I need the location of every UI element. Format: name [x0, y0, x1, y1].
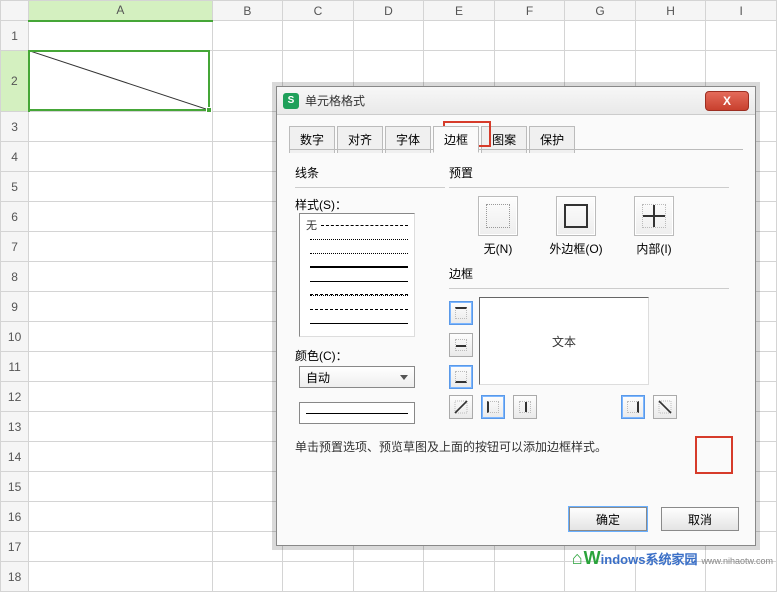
line-style-item[interactable] — [306, 232, 408, 246]
close-button[interactable]: X — [705, 91, 749, 111]
row-header-3[interactable]: 3 — [1, 112, 29, 142]
app-icon: S — [283, 93, 299, 109]
border-top-button[interactable] — [449, 301, 473, 325]
line-style-item[interactable] — [306, 274, 408, 288]
diag-down-icon — [657, 399, 673, 415]
row-header-1[interactable]: 1 — [1, 21, 29, 51]
line-style-item[interactable] — [306, 302, 408, 316]
line-group-label: 线条 — [295, 164, 445, 185]
preview-text: 文本 — [552, 333, 576, 350]
diag-up-icon — [453, 399, 469, 415]
row-header-11[interactable]: 11 — [1, 352, 29, 382]
preset-none-label: 无(N) — [469, 240, 527, 257]
column-header-f[interactable]: F — [494, 1, 565, 21]
line-style-item[interactable] — [306, 316, 408, 330]
border-bottom-button[interactable] — [449, 365, 473, 389]
row-header-8[interactable]: 8 — [1, 262, 29, 292]
row-header-9[interactable]: 9 — [1, 292, 29, 322]
border-diag-tlbr-button[interactable] — [653, 395, 677, 419]
column-header-a[interactable]: A — [29, 1, 212, 21]
preset-inner-label: 内部(I) — [625, 240, 683, 257]
border-middle-h-button[interactable] — [449, 333, 473, 357]
border-middle-v-button[interactable] — [513, 395, 537, 419]
preset-outer-label: 外边框(O) — [547, 240, 605, 257]
line-style-none[interactable]: 无 — [306, 218, 408, 232]
border-group-label: 边框 — [449, 265, 729, 286]
cancel-button[interactable]: 取消 — [661, 507, 739, 531]
row-header-17[interactable]: 17 — [1, 532, 29, 562]
row-header-13[interactable]: 13 — [1, 412, 29, 442]
dialog-tabs: 数字 对齐 字体 边框 图案 保护 — [277, 115, 755, 152]
hint-text: 单击预置选项、预览草图及上面的按钮可以添加边框样式。 — [295, 424, 737, 455]
row-header-2[interactable]: 2 — [1, 51, 29, 112]
column-header-i[interactable]: I — [706, 1, 777, 21]
cell-format-dialog: S 单元格格式 X 数字 对齐 字体 边框 图案 保护 线条 样式(S)： 无 — [276, 86, 756, 546]
row-header-10[interactable]: 10 — [1, 322, 29, 352]
ok-button[interactable]: 确定 — [569, 507, 647, 531]
border-right-button[interactable] — [621, 395, 645, 419]
cell-a2[interactable] — [29, 51, 212, 112]
row-header-4[interactable]: 4 — [1, 142, 29, 172]
column-header-g[interactable]: G — [565, 1, 636, 21]
row-header-5[interactable]: 5 — [1, 172, 29, 202]
color-label: 颜色(C)： — [295, 347, 445, 364]
column-header-h[interactable]: H — [635, 1, 706, 21]
row-header-12[interactable]: 12 — [1, 382, 29, 412]
border-diag-bltr-button[interactable] — [449, 395, 473, 419]
border-preview[interactable]: 文本 — [479, 297, 649, 385]
column-header-d[interactable]: D — [353, 1, 424, 21]
column-header-e[interactable]: E — [424, 1, 495, 21]
preset-group-label: 预置 — [449, 164, 729, 185]
border-left-button[interactable] — [481, 395, 505, 419]
row-header-7[interactable]: 7 — [1, 232, 29, 262]
row-header-16[interactable]: 16 — [1, 502, 29, 532]
row-header-18[interactable]: 18 — [1, 562, 29, 592]
chevron-down-icon — [400, 375, 408, 380]
row-header-15[interactable]: 15 — [1, 472, 29, 502]
style-label: 样式(S)： — [295, 196, 445, 213]
select-all-corner[interactable] — [1, 1, 29, 21]
line-style-list[interactable]: 无 — [299, 213, 415, 337]
color-dropdown[interactable]: 自动 — [299, 366, 415, 388]
color-value: 自动 — [306, 369, 330, 386]
diagonal-line-icon — [30, 51, 212, 111]
preset-none-button[interactable] — [478, 196, 518, 236]
row-header-14[interactable]: 14 — [1, 442, 29, 472]
column-header-c[interactable]: C — [283, 1, 354, 21]
house-icon: ⌂ — [572, 548, 583, 569]
column-header-b[interactable]: B — [212, 1, 283, 21]
line-sample — [299, 402, 415, 424]
dialog-title: 单元格格式 — [305, 92, 705, 109]
row-header-6[interactable]: 6 — [1, 202, 29, 232]
preset-outer-button[interactable] — [556, 196, 596, 236]
dialog-titlebar[interactable]: S 单元格格式 X — [277, 87, 755, 115]
preset-inner-button[interactable] — [634, 196, 674, 236]
line-style-item[interactable] — [306, 260, 408, 274]
watermark: ⌂ Windows系统家园 www.nihaotw.com — [572, 548, 773, 569]
line-style-item[interactable] — [306, 288, 408, 302]
line-style-item[interactable] — [306, 246, 408, 260]
tab-border[interactable]: 边框 — [433, 126, 479, 153]
